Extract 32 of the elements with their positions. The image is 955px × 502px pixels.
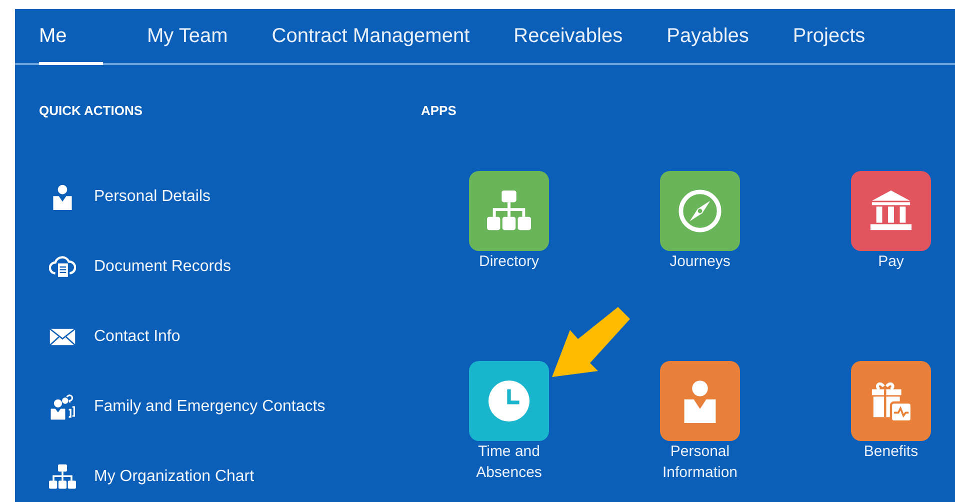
quick-action-link[interactable]: Family and Emergency Contacts [94,398,326,416]
section-heading: QUICK ACTIONS [39,103,144,118]
nav-tab[interactable]: Projects [792,9,866,65]
app-label: Directory [478,252,540,272]
app-label: Benefits [862,442,920,462]
section-heading: APPS [421,103,458,118]
quick-action-link[interactable]: My Organization Chart [94,468,254,486]
people-icon [49,394,76,420]
quick-action-link[interactable]: Contact Info [94,328,180,346]
app-label: Personal Information [661,442,739,483]
app-label: Time and Absences [475,442,543,483]
quick-action-link[interactable]: Document Records [94,258,231,276]
nav-tab[interactable]: Payables [666,9,749,65]
app-tile[interactable] [851,171,931,251]
nav-tab[interactable]: Receivables [514,9,623,65]
org-chart-icon [487,189,531,233]
cloud-document-icon [49,254,76,280]
nav-tab[interactable]: Contract Management [272,9,470,65]
app-label: Journeys [668,252,732,272]
app-label: Pay [877,252,905,272]
quick-action-link[interactable]: Personal Details [94,188,210,206]
clock-icon [487,379,531,423]
nav-tab[interactable]: Me [39,9,103,65]
app-tile[interactable] [469,361,549,441]
bank-icon [869,189,913,233]
app-tile[interactable] [660,361,740,441]
app-tile[interactable] [851,361,931,441]
compass-icon [678,189,722,233]
org-chart-icon [49,464,76,490]
app-tile[interactable] [660,171,740,251]
nav-tab[interactable]: My Team [147,9,228,65]
app-tile[interactable] [469,171,549,251]
